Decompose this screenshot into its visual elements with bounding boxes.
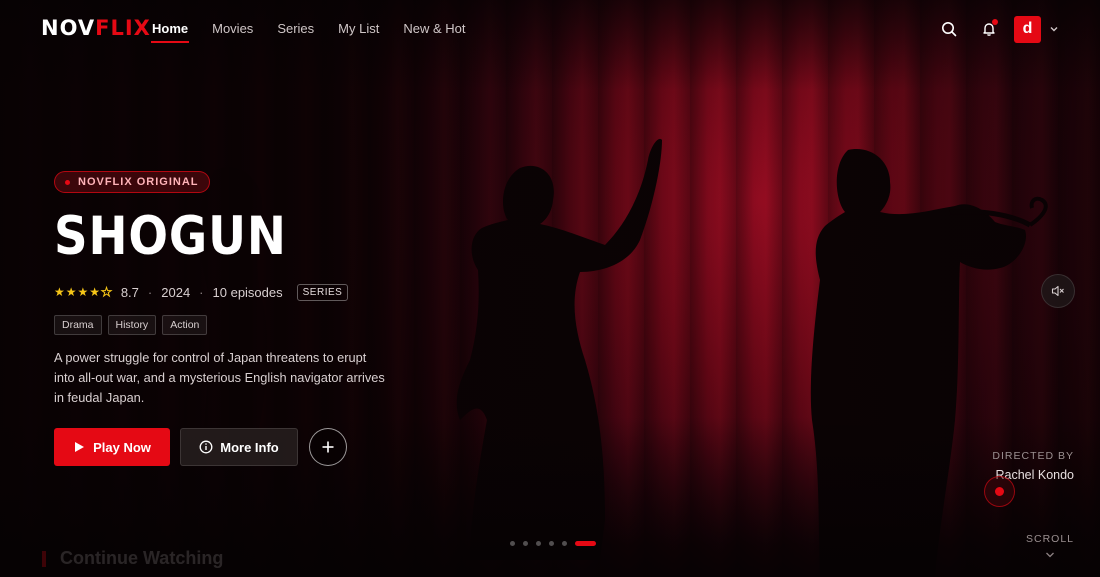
genre-tag[interactable]: Action: [162, 315, 208, 335]
hero-actions: Play Now More Info: [54, 428, 394, 466]
nav-link-movies[interactable]: Movies: [212, 0, 253, 43]
plus-icon: [322, 441, 334, 453]
nav-link-my-list[interactable]: My List: [338, 0, 379, 43]
meta-separator: ·: [147, 284, 153, 300]
continue-watching-heading: Continue Watching: [42, 548, 223, 569]
description: A power struggle for control of Japan th…: [54, 350, 385, 405]
nav-links: Home Movies Series My List New & Hot: [150, 0, 489, 43]
badge-dot: [65, 179, 70, 185]
episode-count: 10 episodes: [212, 284, 283, 300]
carousel-dot[interactable]: [536, 541, 541, 546]
director-label: DIRECTED BY: [992, 450, 1074, 462]
nav-actions: d: [934, 14, 1060, 44]
search-icon[interactable]: [934, 14, 964, 44]
star-icon: ★: [89, 285, 101, 299]
meta-separator: ·: [199, 284, 204, 300]
star-icon: ★: [54, 285, 65, 299]
hero-content: NOVFLIX ORIGINAL SHOGUN ★ ★ ★ ★ ★ 8.7 · …: [54, 171, 394, 466]
chevron-down-icon[interactable]: [1048, 23, 1060, 35]
volume-muted-icon: [1051, 285, 1064, 297]
carousel-dot[interactable]: [562, 541, 567, 546]
brand-logo[interactable]: NOVFLIX: [41, 16, 151, 40]
scroll-label: SCROLL: [1025, 533, 1074, 545]
mute-button[interactable]: [1041, 274, 1075, 308]
star-rating: ★ ★ ★ ★ ★: [54, 285, 113, 300]
star-outline-icon: ★: [101, 285, 113, 300]
bell-icon[interactable]: [974, 14, 1004, 44]
star-icon: ★: [65, 285, 77, 299]
play-button-label: Play Now: [93, 439, 151, 455]
carousel-dot-active[interactable]: [575, 541, 596, 546]
section-accent-bar: [42, 550, 46, 567]
nav-link-new-hot[interactable]: New & Hot: [403, 0, 465, 43]
record-indicator: [984, 476, 1015, 507]
top-navbar: NOVFLIX Home Movies Series My List New &…: [0, 0, 1100, 58]
page-title: SHOGUN: [54, 206, 287, 267]
carousel-indicators: [510, 541, 604, 546]
release-year: 2024: [161, 284, 191, 300]
type-badge: SERIES: [296, 283, 349, 301]
star-icon: ★: [77, 285, 89, 299]
avatar[interactable]: d: [1014, 15, 1041, 43]
carousel-dot[interactable]: [523, 541, 528, 546]
genre-tags: Drama History Action: [54, 315, 394, 335]
more-info-label: More Info: [220, 439, 279, 455]
continue-watching-title: Continue Watching: [60, 548, 224, 568]
info-icon: [199, 440, 213, 454]
notification-dot: [992, 19, 998, 25]
original-badge: NOVFLIX ORIGINAL: [54, 171, 210, 193]
chevron-down-icon: [1046, 552, 1054, 558]
nav-link-home[interactable]: Home: [150, 0, 190, 43]
rating-score: 8.7: [120, 284, 139, 300]
genre-tag[interactable]: History: [107, 315, 157, 335]
scroll-hint[interactable]: SCROLL: [1026, 533, 1074, 566]
genre-tag[interactable]: Drama: [54, 315, 102, 335]
play-button[interactable]: Play Now: [54, 428, 170, 466]
title-meta: ★ ★ ★ ★ ★ 8.7 · 2024 · 10 episodes SERIE…: [54, 283, 394, 301]
badge-label: NOVFLIX ORIGINAL: [78, 176, 199, 188]
carousel-dot[interactable]: [510, 541, 515, 546]
carousel-dot[interactable]: [549, 541, 554, 546]
more-info-button[interactable]: More Info: [180, 428, 298, 466]
record-dot: [995, 487, 1004, 496]
logo-part-flix: FLIX: [95, 16, 151, 40]
add-to-list-button[interactable]: [309, 428, 347, 466]
nav-link-series[interactable]: Series: [277, 0, 314, 43]
play-icon: [75, 442, 85, 452]
logo-part-nov: NOV: [41, 16, 96, 40]
